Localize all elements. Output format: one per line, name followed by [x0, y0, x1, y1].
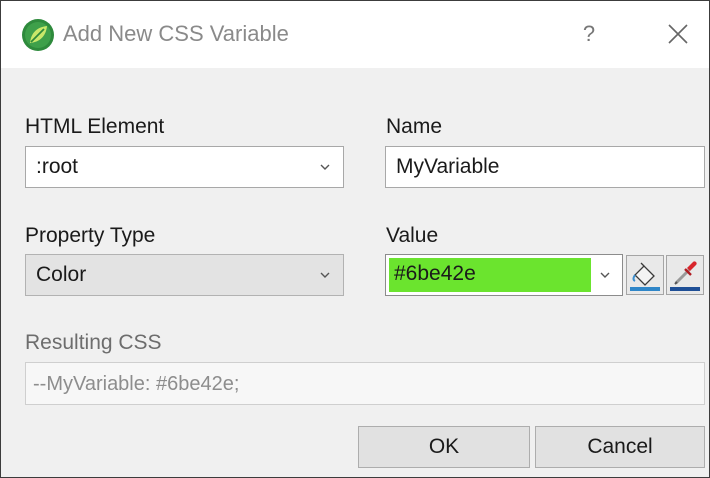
property-type-value: Color: [36, 263, 87, 286]
html-element-value: :root: [36, 155, 79, 178]
name-label: Name: [386, 115, 443, 138]
paint-bucket-icon: [630, 262, 660, 291]
color-picker-icon: [670, 261, 700, 291]
fill-color-button[interactable]: [626, 255, 664, 295]
close-icon[interactable]: [659, 15, 697, 53]
window-title: Add New CSS Variable: [63, 21, 289, 46]
property-type-select[interactable]: Color: [25, 254, 344, 296]
ok-button[interactable]: OK: [358, 426, 530, 468]
color-value: #6be42e: [394, 262, 476, 285]
cancel-button[interactable]: Cancel: [535, 426, 705, 468]
color-picker-button[interactable]: [666, 255, 704, 295]
title-bar: Add New CSS Variable ?: [1, 1, 709, 68]
html-element-label: HTML Element: [25, 115, 165, 138]
resulting-css-label: Resulting CSS: [25, 331, 162, 354]
help-button[interactable]: ?: [571, 15, 607, 53]
add-css-variable-dialog: Add New CSS Variable ? HTML Element :roo…: [0, 0, 710, 478]
chevron-down-icon: [320, 164, 330, 170]
value-color-combo[interactable]: #6be42e: [385, 254, 623, 296]
name-value: MyVariable: [396, 155, 500, 178]
value-label: Value: [386, 224, 439, 247]
name-input[interactable]: MyVariable: [385, 146, 705, 188]
resulting-css-output: --MyVariable: #6be42e;: [25, 362, 705, 405]
resulting-css-value: --MyVariable: #6be42e;: [33, 373, 240, 395]
html-element-select[interactable]: :root: [25, 146, 344, 188]
chevron-down-icon: [320, 272, 330, 278]
property-type-label: Property Type: [25, 224, 156, 247]
leaf-logo-icon: [22, 19, 54, 51]
chevron-down-icon: [600, 272, 610, 278]
